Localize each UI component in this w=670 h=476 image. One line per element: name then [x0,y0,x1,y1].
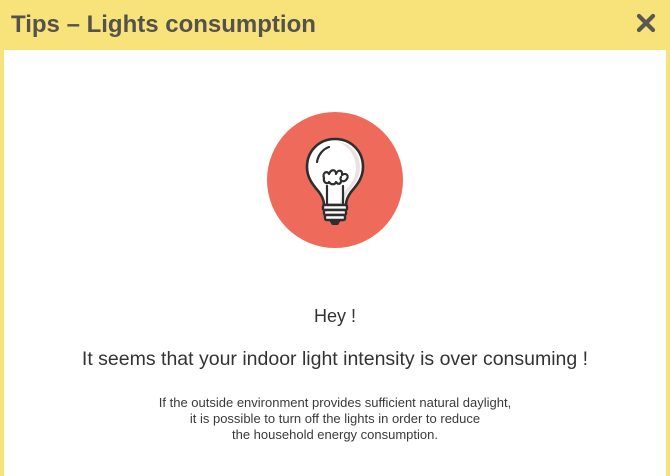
dialog-title: Tips – Lights consumption [11,11,316,38]
detail-line: If the outside environment provides suff… [158,395,512,410]
lightbulb-icon [305,137,365,225]
lightbulb-badge [267,112,403,248]
tips-dialog: Tips – Lights consumption Hey ! It seems… [0,0,670,476]
close-button[interactable] [632,9,660,37]
detail-line: it is possible to turn off the lights in… [189,411,481,426]
detail-line: the household energy consumption. [232,427,438,442]
close-icon [636,13,656,33]
headline-text: It seems that your indoor light intensit… [81,348,589,370]
greeting-text: Hey ! [313,306,356,326]
detail-text: If the outside environment provides suff… [4,395,666,443]
dialog-header: Tips – Lights consumption [0,0,670,50]
dialog-body: Hey ! It seems that your indoor light in… [4,50,666,476]
